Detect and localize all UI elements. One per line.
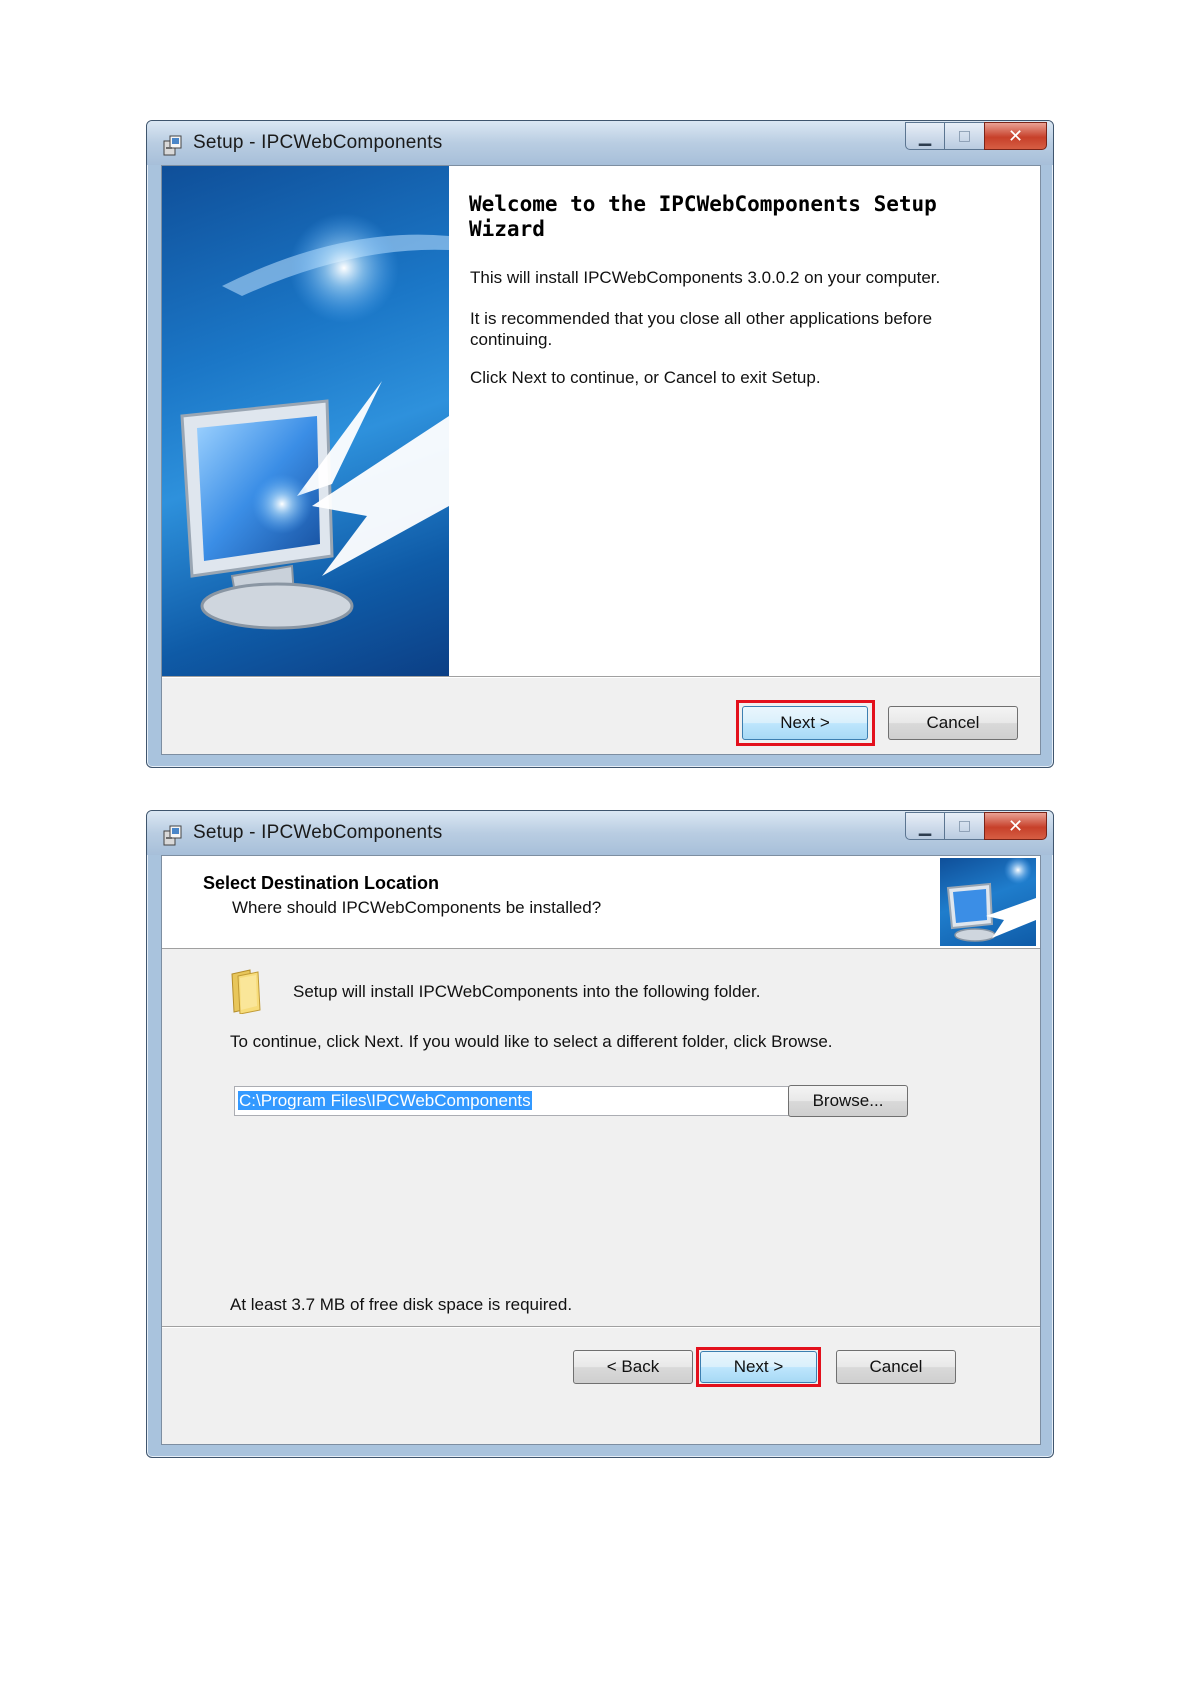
- maximize-icon: □: [957, 818, 972, 834]
- continue-instruction-text: To continue, click Next. If you would li…: [230, 1032, 833, 1051]
- browse-button[interactable]: Browse...: [788, 1085, 908, 1117]
- minimize-icon: ▁: [918, 816, 932, 836]
- path-value: C:\Program Files\IPCWebComponents: [238, 1091, 532, 1110]
- page-subtitle: Where should IPCWebComponents be install…: [232, 898, 602, 917]
- close-button[interactable]: ✕: [984, 122, 1047, 150]
- close-button[interactable]: ✕: [984, 812, 1047, 840]
- window-title: Setup - IPCWebComponents: [193, 132, 443, 153]
- next-button[interactable]: Next >: [700, 1351, 817, 1383]
- computer-wizard-image: [162, 166, 449, 676]
- recommendation-text: It is recommended that you close all oth…: [470, 309, 933, 349]
- cancel-button[interactable]: Cancel: [836, 1350, 956, 1384]
- welcome-panel: Welcome to the IPCWebComponents Setup Wi…: [449, 166, 1040, 676]
- setup-welcome-window: Setup - IPCWebComponents ▁ □ ✕ Welcome t…: [146, 120, 1054, 768]
- maximize-button[interactable]: □: [944, 812, 985, 840]
- setup-app-icon: [163, 825, 182, 846]
- wizard-client-area: Welcome to the IPCWebComponents Setup Wi…: [161, 165, 1041, 755]
- close-icon: ✕: [1007, 815, 1024, 837]
- minimize-button[interactable]: ▁: [905, 122, 945, 150]
- bottom-separator: [162, 1326, 1040, 1328]
- wizard-client-area: Select Destination Location Where should…: [161, 855, 1041, 1445]
- maximize-button[interactable]: □: [944, 122, 985, 150]
- close-icon: ✕: [1007, 125, 1024, 147]
- page-title: Select Destination Location: [203, 873, 440, 893]
- cancel-button[interactable]: Cancel: [888, 706, 1018, 740]
- setup-destination-window: Setup - IPCWebComponents ▁ □ ✕ Select De…: [146, 810, 1054, 1458]
- maximize-icon: □: [957, 128, 972, 144]
- minimize-icon: ▁: [918, 126, 932, 146]
- install-info-text: This will install IPCWebComponents 3.0.0…: [470, 268, 941, 287]
- title-bar[interactable]: Setup - IPCWebComponents ▁ □ ✕: [147, 121, 1053, 165]
- bottom-separator: [162, 676, 1040, 678]
- setup-app-icon: [163, 135, 182, 156]
- destination-path-input[interactable]: C:\Program Files\IPCWebComponents: [234, 1086, 818, 1116]
- back-button[interactable]: < Back: [573, 1350, 693, 1384]
- computer-wizard-image: [940, 858, 1036, 946]
- title-bar[interactable]: Setup - IPCWebComponents ▁ □ ✕: [147, 811, 1053, 855]
- window-title: Setup - IPCWebComponents: [193, 822, 443, 843]
- wizard-header: Select Destination Location Where should…: [162, 856, 1040, 949]
- disk-space-text: At least 3.7 MB of free disk space is re…: [230, 1295, 573, 1314]
- welcome-heading: Welcome to the IPCWebComponents Setup Wi…: [469, 192, 937, 241]
- next-button[interactable]: Next >: [742, 706, 868, 740]
- folder-info-text: Setup will install IPCWebComponents into…: [293, 982, 761, 1001]
- folder-icon: [231, 969, 261, 1014]
- instruction-text: Click Next to continue, or Cancel to exi…: [470, 368, 821, 387]
- minimize-button[interactable]: ▁: [905, 812, 945, 840]
